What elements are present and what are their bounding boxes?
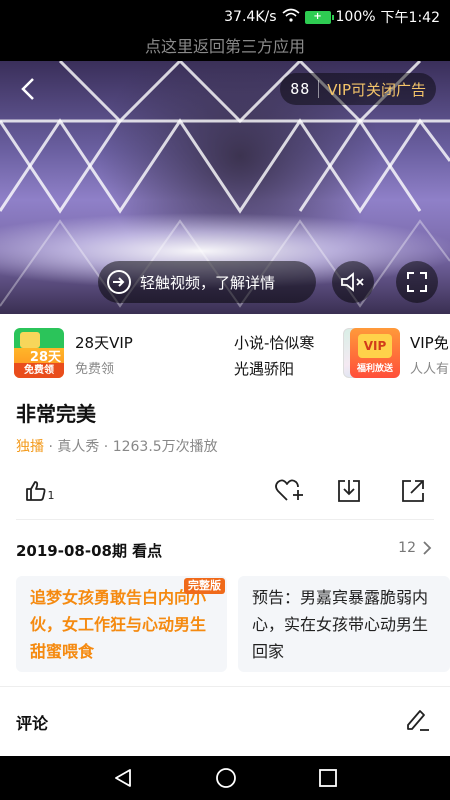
video-player[interactable]: 88 VIP可关闭广告 轻触视频，了解详情 bbox=[0, 61, 450, 314]
like-button[interactable]: 1 bbox=[22, 476, 56, 506]
share-button[interactable] bbox=[398, 476, 428, 506]
content-panel: 28天 免费领 28天VIP 免费领 小说-恰似寒 光遇骄阳 VIP 福利放送 … bbox=[0, 314, 450, 756]
ad-detail-button[interactable]: 轻触视频，了解详情 bbox=[98, 261, 316, 303]
favorite-add-icon bbox=[275, 479, 303, 501]
back-arrow-icon bbox=[21, 78, 34, 100]
download-icon bbox=[338, 480, 360, 502]
back-button[interactable] bbox=[12, 73, 44, 105]
promo-subtitle: 光遇骄阳 bbox=[234, 360, 295, 378]
promo-title: 28天VIP bbox=[75, 334, 133, 352]
battery-icon: + bbox=[304, 10, 334, 24]
promo-item[interactable]: VIP 福利放送 VIP免 人人有 bbox=[336, 314, 450, 390]
highlight-card-text: 预告：男嘉宾暴露脆弱内心，实在女孩带心动男生回家 bbox=[252, 588, 429, 661]
mute-icon bbox=[341, 272, 364, 292]
nav-back-icon[interactable] bbox=[112, 767, 134, 789]
comments-heading: 评论 bbox=[16, 714, 49, 733]
ad-countdown: 88 bbox=[290, 80, 320, 98]
promo-title: VIP免 bbox=[410, 334, 449, 352]
favorite-button[interactable] bbox=[274, 476, 304, 506]
share-icon bbox=[402, 480, 424, 502]
episode-heading: 2019-08-08期 看点 bbox=[16, 542, 163, 560]
edit-icon bbox=[407, 710, 429, 731]
promo-row: 28天 免费领 28天VIP 免费领 小说-恰似寒 光遇骄阳 VIP 福利放送 … bbox=[0, 314, 450, 390]
highlight-card-text: 追梦女孩勇敢告白内向小伙，女工作狂与心动男生甜蜜喂食 bbox=[30, 588, 207, 661]
divider bbox=[0, 686, 450, 687]
status-bar: 37.4K/s + 100% 下午1:42 bbox=[0, 0, 450, 32]
vip-close-ad-button[interactable]: 88 VIP可关闭广告 bbox=[280, 73, 436, 105]
like-count: 1 bbox=[47, 488, 55, 502]
fullscreen-icon bbox=[407, 272, 427, 292]
show-meta: 独播 · 真人秀 · 1263.5万次播放 bbox=[16, 436, 218, 456]
vip-close-ad-label: VIP可关闭广告 bbox=[327, 80, 426, 99]
highlight-card[interactable]: 预告：男嘉宾暴露脆弱内心，实在女孩带心动男生回家 bbox=[238, 576, 450, 672]
clock: 下午1:42 bbox=[380, 10, 440, 26]
write-comment-button[interactable] bbox=[404, 706, 430, 732]
vip-coupon-thumbnail: 28天 免费领 bbox=[14, 328, 64, 378]
network-speed: 37.4K/s bbox=[224, 9, 277, 25]
show-title: 非常完美 bbox=[16, 402, 96, 426]
divider bbox=[16, 519, 434, 520]
exclusive-tag: 独播 bbox=[16, 439, 44, 455]
login-arrow-icon bbox=[107, 270, 131, 294]
episode-count: 12 bbox=[398, 540, 416, 556]
promo-subtitle: 人人有 bbox=[410, 362, 450, 377]
nav-recents-icon[interactable] bbox=[318, 768, 338, 788]
mute-button[interactable] bbox=[332, 261, 374, 303]
promo-item[interactable]: 小说-恰似寒 光遇骄阳 bbox=[164, 314, 383, 390]
fullscreen-button[interactable] bbox=[396, 261, 438, 303]
download-button[interactable] bbox=[334, 476, 364, 506]
vip-gift-thumbnail: VIP 福利放送 bbox=[350, 328, 400, 378]
chevron-right-icon bbox=[423, 541, 432, 555]
show-meta-text: · 真人秀 · 1263.5万次播放 bbox=[44, 439, 218, 455]
full-version-badge: 完整版 bbox=[184, 578, 225, 594]
return-to-app-banner[interactable]: 点这里返回第三方应用 bbox=[0, 32, 450, 61]
promo-subtitle: 免费领 bbox=[75, 362, 115, 377]
promo-title: 小说-恰似寒 bbox=[234, 334, 315, 352]
battery-percent: 100% bbox=[335, 9, 376, 25]
promo-item[interactable]: 28天 免费领 28天VIP 免费领 bbox=[0, 314, 164, 390]
thumbs-up-icon bbox=[25, 481, 45, 501]
wifi-icon bbox=[281, 8, 300, 26]
system-nav-bar bbox=[0, 756, 450, 800]
highlight-card[interactable]: 完整版 追梦女孩勇敢告白内向小伙，女工作狂与心动男生甜蜜喂食 bbox=[16, 576, 227, 672]
episode-more[interactable]: 12 bbox=[398, 540, 432, 556]
action-bar: 1 bbox=[0, 472, 450, 508]
nav-home-icon[interactable] bbox=[215, 767, 237, 789]
ad-detail-label: 轻触视频，了解详情 bbox=[140, 273, 276, 292]
